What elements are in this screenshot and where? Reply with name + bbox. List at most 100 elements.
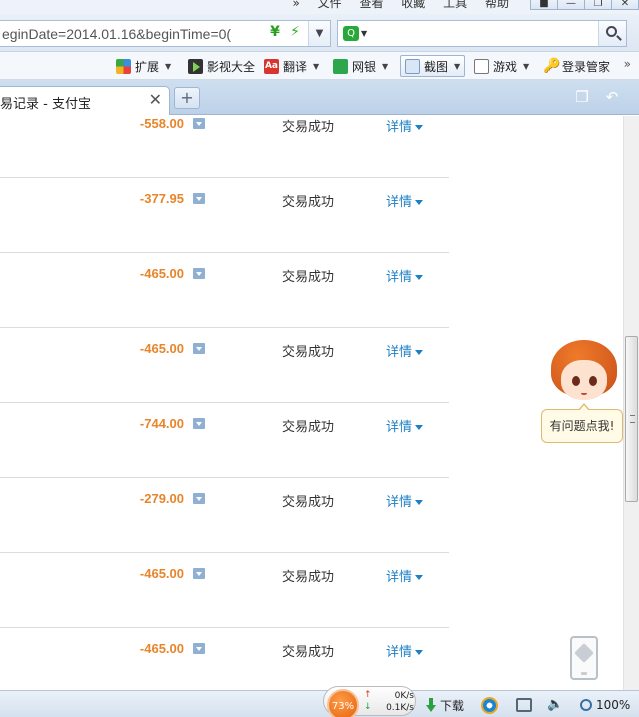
address-input[interactable]: eginDate=2014.01.16&beginTime=0( — [2, 26, 264, 42]
scissors-icon — [405, 58, 420, 74]
vertical-scrollbar[interactable] — [623, 116, 639, 690]
extensions-dropdown-icon[interactable]: ▼ — [165, 62, 171, 71]
transaction-list: -558.00 交易成功 详情 -377.95 交易成功 详情 -465.00 … — [0, 116, 623, 690]
table-row: -744.00 交易成功 详情 — [0, 403, 449, 478]
download-label: 下载 — [440, 698, 465, 713]
login-manager-button[interactable]: 🔑 登录管家 — [543, 57, 610, 75]
search-engine-dropdown-icon[interactable]: ▼ — [361, 29, 367, 38]
caret-down-icon — [415, 275, 424, 280]
scrollbar-thumb[interactable] — [625, 336, 638, 502]
search-button[interactable] — [598, 21, 626, 46]
toolbar: 扩展 ▼ 影视大全 Aa 翻译 ▼ 网银 ▼ 截图 ▼ 游戏 ▼ 🔑 登录管家 … — [0, 52, 639, 80]
chevron-down-icon[interactable] — [193, 193, 205, 204]
extensions-button[interactable]: 扩展 ▼ — [116, 57, 171, 75]
transaction-amount: -465.00 — [139, 566, 184, 581]
search-engine-icon[interactable]: Q — [343, 26, 359, 41]
menu-favorites[interactable]: 收藏 — [401, 0, 425, 10]
videos-button[interactable]: 影视大全 — [188, 57, 255, 75]
help-bubble-button[interactable]: 有问题点我! — [541, 403, 623, 443]
address-dropdown-button[interactable]: ▼ — [308, 21, 330, 46]
detail-link[interactable]: 详情 — [386, 266, 424, 285]
chevron-down-icon[interactable] — [193, 493, 205, 504]
translate-button[interactable]: Aa 翻译 ▼ — [264, 57, 319, 75]
chevron-down-icon[interactable] — [193, 118, 205, 129]
transaction-status: 交易成功 — [282, 570, 335, 585]
detail-link[interactable]: 详情 — [386, 566, 424, 585]
tab-title: 易记录 - 支付宝 — [0, 97, 91, 112]
download-button[interactable]: 下载 — [426, 696, 464, 714]
transaction-status: 交易成功 — [282, 195, 335, 210]
caret-down-icon — [415, 200, 424, 205]
caret-down-icon — [415, 125, 424, 130]
transaction-amount: -465.00 — [139, 341, 184, 356]
restore-tabs-icon[interactable]: ❐ — [573, 89, 591, 105]
caret-down-icon — [415, 350, 424, 355]
translate-dropdown-icon[interactable]: ▼ — [313, 62, 319, 71]
speaker-icon: 🔈 — [547, 697, 564, 712]
close-window-button[interactable]: ✕ — [611, 0, 639, 10]
tab-bar: 易记录 - 支付宝 ✕ + ❐ ↶ — [0, 80, 639, 115]
search-box[interactable]: Q ▼ — [337, 20, 627, 47]
windows-icon — [516, 698, 532, 712]
chevron-down-icon[interactable] — [193, 343, 205, 354]
help-mascot[interactable] — [549, 340, 619, 410]
table-row: -465.00 交易成功 详情 — [0, 553, 449, 628]
menu-help[interactable]: 帮助 — [485, 0, 509, 10]
ie-mode-button[interactable] — [481, 696, 498, 714]
close-tab-icon[interactable]: ✕ — [149, 90, 162, 109]
screenshot-button[interactable]: 截图 ▼ — [400, 55, 466, 77]
videos-label: 影视大全 — [207, 59, 256, 74]
detail-label: 详情 — [386, 645, 413, 660]
tab-alipay-records[interactable]: 易记录 - 支付宝 ✕ — [0, 86, 170, 115]
status-bar: 73% ↑ 0K/s ↓ 0.1K/s 下载 🔈 100% — [0, 686, 639, 717]
mascot-eye-left — [572, 376, 580, 386]
shield-icon — [333, 58, 348, 74]
menu-file[interactable]: 文件 — [318, 0, 342, 10]
detail-link[interactable]: 详情 — [386, 641, 424, 660]
address-row: eginDate=2014.01.16&beginTime=0( ¥ ⚡ ▼ Q… — [0, 14, 639, 52]
chevron-down-icon[interactable] — [193, 268, 205, 279]
menu-view[interactable]: 查看 — [359, 0, 383, 10]
window-switch-button[interactable] — [516, 696, 532, 714]
volume-button[interactable]: 🔈 — [547, 696, 563, 714]
caret-down-icon — [415, 500, 424, 505]
payment-safe-icon[interactable]: ¥ — [266, 24, 284, 44]
speed-mode-icon[interactable]: ⚡ — [287, 24, 303, 44]
transaction-status: 交易成功 — [282, 495, 335, 510]
games-button[interactable]: 游戏 ▼ — [474, 57, 529, 75]
caret-down-icon — [415, 425, 424, 430]
mini-mode-button[interactable]: ■ — [530, 0, 558, 10]
network-speed-widget[interactable]: 73% ↑ 0K/s ↓ 0.1K/s — [323, 686, 416, 717]
menu-tools[interactable]: 工具 — [443, 0, 467, 10]
netbank-button[interactable]: 网银 ▼ — [333, 57, 388, 75]
menu-more-chevron[interactable]: » — [292, 0, 299, 10]
cpu-usage-ball[interactable]: 73% — [327, 689, 359, 717]
toolbar-more-button[interactable]: » — [624, 57, 631, 71]
netbank-dropdown-icon[interactable]: ▼ — [382, 62, 388, 71]
detail-link[interactable]: 详情 — [386, 341, 424, 360]
transaction-amount: -465.00 — [139, 641, 184, 656]
games-dropdown-icon[interactable]: ▼ — [523, 62, 529, 71]
chevron-down-icon[interactable] — [193, 568, 205, 579]
screenshot-dropdown-icon[interactable]: ▼ — [454, 62, 460, 71]
detail-label: 详情 — [386, 495, 413, 510]
detail-link[interactable]: 详情 — [386, 416, 424, 435]
mobile-phone-icon[interactable] — [570, 636, 598, 680]
detail-link[interactable]: 详情 — [386, 191, 424, 210]
detail-link[interactable]: 详情 — [386, 491, 424, 510]
table-row: -465.00 交易成功 详情 — [0, 628, 449, 690]
scrollbar-grip — [630, 415, 635, 423]
address-bar[interactable]: eginDate=2014.01.16&beginTime=0( ¥ ⚡ ▼ — [0, 20, 331, 47]
new-tab-button[interactable]: + — [174, 87, 200, 109]
translate-icon: Aa — [264, 58, 279, 74]
transaction-amount: -558.00 — [139, 116, 184, 131]
table-row: -465.00 交易成功 详情 — [0, 328, 449, 403]
chevron-down-icon[interactable] — [193, 643, 205, 654]
minimize-button[interactable]: — — [557, 0, 585, 10]
download-icon — [426, 698, 436, 712]
maximize-button[interactable]: ❐ — [584, 0, 612, 10]
back-arrow-icon[interactable]: ↶ — [603, 89, 621, 105]
detail-link[interactable]: 详情 — [386, 116, 424, 135]
chevron-down-icon[interactable] — [193, 418, 205, 429]
zoom-button[interactable]: 100% — [580, 696, 630, 714]
